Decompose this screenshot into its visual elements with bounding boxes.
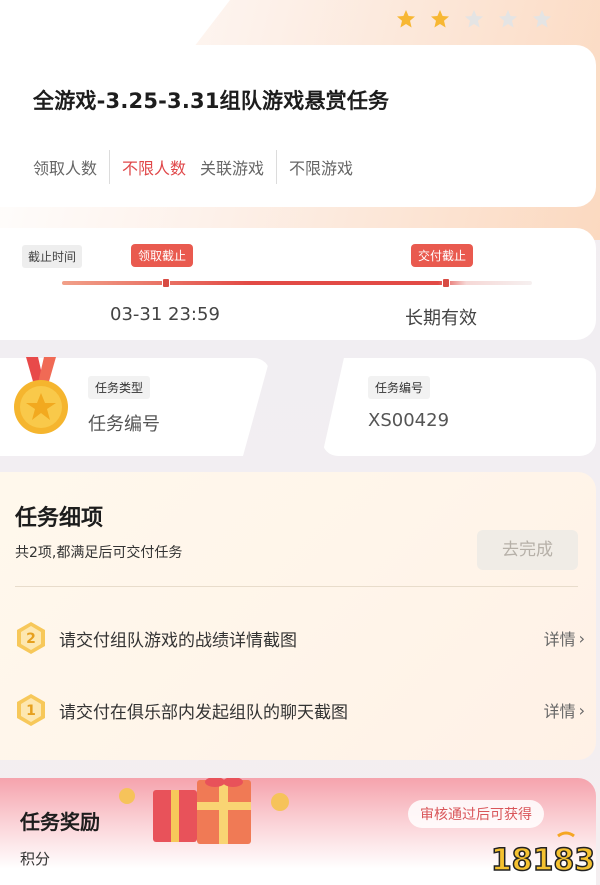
detail-link-label: 详情: [543, 702, 576, 721]
task-code-card: [322, 358, 596, 456]
claim-deadline-marker: [162, 278, 170, 288]
reward-title: 任务奖励: [20, 810, 100, 834]
task-item-detail-link[interactable]: 详情 ›: [544, 698, 585, 722]
site-logo: 18183: [490, 831, 596, 879]
medal-icon: [14, 357, 68, 434]
submit-deadline-tag: 交付截止: [411, 244, 474, 267]
task-item-text: 请交付在俱乐部内发起组队的聊天截图: [59, 702, 348, 723]
star-filled-icon: [397, 10, 415, 28]
deadline-timeline: [62, 281, 532, 285]
meta-divider: [276, 150, 278, 184]
star-empty-icon: [533, 10, 551, 28]
claim-deadline-tag: 领取截止: [131, 244, 194, 267]
gift-box-icon: [119, 778, 289, 844]
task-item-text: 请交付组队游戏的战绩详情截图: [59, 630, 297, 651]
related-game-label: 关联游戏: [200, 159, 265, 178]
task-code-label: 任务编号: [368, 376, 431, 399]
step-number-icon: 1: [17, 694, 45, 726]
svg-text:1: 1: [26, 703, 36, 719]
details-divider: [15, 586, 578, 587]
task-type-label: 任务类型: [88, 376, 151, 399]
svg-text:18183: 18183: [491, 843, 595, 878]
task-item: 1 请交付在俱乐部内发起组队的聊天截图 详情 ›: [15, 692, 585, 728]
task-code-value: XS00429: [368, 410, 450, 431]
complete-button[interactable]: 去完成: [477, 530, 578, 570]
rating-stars: [396, 9, 552, 29]
star-empty-icon: [499, 10, 517, 28]
task-type-value: 任务编号: [88, 414, 160, 435]
chevron-right-icon: ›: [578, 700, 585, 720]
svg-text:2: 2: [26, 631, 36, 647]
claim-count-value: 不限人数: [122, 159, 187, 178]
submit-deadline-date: 长期有效: [405, 308, 477, 329]
task-item: 2 请交付组队游戏的战绩详情截图 详情 ›: [15, 620, 585, 656]
claim-count-label: 领取人数: [33, 159, 98, 178]
chevron-right-icon: ›: [578, 628, 585, 648]
step-number-icon: 2: [17, 622, 45, 654]
task-title: 全游戏-3.25-3.31组队游戏悬赏任务: [33, 89, 390, 113]
task-details-subtitle: 共2项,都满足后可交付任务: [15, 545, 183, 561]
reward-value: 积分: [20, 850, 51, 868]
deadline-label: 截止时间: [22, 245, 83, 268]
claim-deadline-date: 03-31 23:59: [110, 304, 220, 325]
reward-condition-badge: 审核通过后可获得: [408, 800, 544, 828]
star-filled-icon: [431, 10, 449, 28]
related-game-value: 不限游戏: [289, 159, 354, 178]
detail-link-label: 详情: [543, 630, 576, 649]
task-item-detail-link[interactable]: 详情 ›: [544, 626, 585, 650]
meta-divider: [109, 150, 111, 184]
task-details-title: 任务细项: [15, 506, 104, 531]
star-empty-icon: [465, 10, 483, 28]
submit-deadline-marker: [442, 278, 450, 288]
task-meta-row: 领取人数 不限人数 关联游戏 不限游戏: [33, 150, 353, 184]
